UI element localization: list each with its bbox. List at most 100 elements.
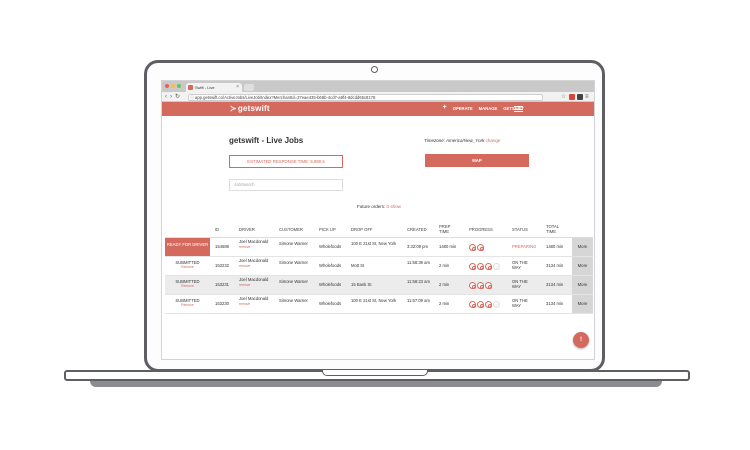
timezone-change-link[interactable]: change bbox=[486, 138, 501, 143]
maximize-window-icon[interactable] bbox=[177, 84, 181, 88]
brand-name: getswift bbox=[237, 104, 270, 113]
extension-opera-icon[interactable] bbox=[569, 94, 575, 100]
screen: Swift - Live × ‹ › ↻ ⓘ app.getswift.co/A… bbox=[161, 80, 595, 360]
progress-step-icon bbox=[477, 263, 484, 270]
window-controls[interactable] bbox=[165, 84, 181, 88]
progress-step-icon bbox=[477, 301, 484, 308]
estimated-response-button[interactable]: ESTIMATED RESPONSE TIME: 5,880.5 bbox=[229, 155, 343, 168]
camera-icon bbox=[371, 66, 378, 73]
driver-name: Joel Macdonald bbox=[239, 258, 269, 263]
total-time: 3134 min bbox=[546, 263, 564, 268]
more-button[interactable]: More bbox=[572, 238, 593, 256]
job-state[interactable]: READY FOR DRIVER bbox=[165, 238, 210, 256]
prep-time: 2 min bbox=[439, 301, 450, 306]
menu-icon[interactable]: ≡ bbox=[585, 94, 591, 100]
page-info-icon[interactable]: ⓘ bbox=[190, 95, 194, 100]
customer-name: Simone Warner bbox=[279, 260, 308, 265]
nav-operate[interactable]: OPERATE bbox=[453, 106, 473, 111]
timezone-label: Timezone: America/New_York bbox=[424, 138, 485, 143]
progress-step-icon bbox=[485, 282, 492, 289]
laptop-base-shadow bbox=[90, 381, 662, 387]
job-remove-link[interactable]: Remove bbox=[165, 284, 210, 289]
address-text: app.getswift.co/ActiveJobs/LiveJob/Index… bbox=[195, 94, 376, 100]
progress-step-icon bbox=[469, 282, 476, 289]
getswift-logo-icon: ≻ bbox=[230, 104, 237, 113]
close-window-icon[interactable] bbox=[165, 84, 169, 88]
minimize-window-icon[interactable] bbox=[171, 84, 175, 88]
pickup: Wholefoods bbox=[319, 263, 342, 268]
more-button[interactable]: More bbox=[572, 257, 593, 275]
close-tab-icon[interactable]: × bbox=[236, 83, 239, 92]
customer-name: Simone Warner bbox=[279, 298, 308, 303]
page-title: getswift - Live Jobs bbox=[229, 136, 304, 145]
new-tab-button[interactable] bbox=[244, 84, 254, 91]
progress-step-icon bbox=[485, 301, 492, 308]
customer-name: Simone Warner bbox=[279, 241, 308, 246]
job-state: SUBMITTED Remove bbox=[165, 257, 210, 275]
col-prep-time: PREP TIME bbox=[439, 224, 451, 234]
total-time: 3134 min bbox=[546, 301, 564, 306]
extensions: ☆ ≡ bbox=[561, 93, 591, 100]
col-dropoff: DROP OFF bbox=[351, 227, 373, 232]
progress-step-icon bbox=[477, 282, 484, 289]
chat-icon[interactable]: ! bbox=[573, 332, 589, 348]
table-row[interactable]: SUBMITTED Remove 153231 Joel Macdonald rem… bbox=[165, 276, 593, 295]
driver-cell: Joel Macdonald remove bbox=[239, 258, 275, 269]
forward-icon[interactable]: › bbox=[170, 93, 172, 101]
pickup: Wholefoods bbox=[319, 244, 342, 249]
progress-indicator bbox=[469, 244, 484, 251]
table-row[interactable]: READY FOR DRIVER 154588 Joel Macdonald re… bbox=[165, 238, 593, 257]
customer-name: Simone Warner bbox=[279, 279, 308, 284]
job-id: 153231 bbox=[215, 282, 229, 287]
progress-step-pending-icon bbox=[493, 263, 500, 270]
job-remove-link[interactable]: Remove bbox=[165, 265, 210, 270]
driver-remove-link[interactable]: remove bbox=[239, 245, 275, 250]
progress-step-icon bbox=[469, 244, 476, 251]
extension-icon[interactable] bbox=[577, 94, 583, 100]
progress-step-icon bbox=[469, 301, 476, 308]
jobs-table: ID DRIVER CUSTOMER PICK UP DROP OFF CREA… bbox=[165, 222, 593, 314]
brand-logo[interactable]: ≻getswift bbox=[230, 104, 270, 113]
favicon-icon bbox=[188, 85, 193, 90]
progress-step-icon bbox=[477, 244, 484, 251]
driver-remove-link[interactable]: remove bbox=[239, 302, 275, 307]
more-button[interactable]: More bbox=[572, 276, 593, 294]
future-orders-show-link[interactable]: show bbox=[390, 204, 401, 209]
browser-tab[interactable]: Swift - Live × bbox=[186, 83, 242, 92]
created: 11:57:09 am bbox=[407, 298, 430, 303]
hamburger-menu-icon[interactable] bbox=[514, 106, 523, 112]
app-navbar: ≻getswift + OPERATE MANAGE GETSHIFT bbox=[162, 102, 594, 116]
address-bar[interactable]: ⓘ app.getswift.co/ActiveJobs/LiveJob/Ind… bbox=[188, 93, 543, 101]
add-icon[interactable]: + bbox=[443, 104, 447, 111]
nav-manage[interactable]: MANAGE bbox=[479, 106, 498, 111]
more-button[interactable]: More bbox=[572, 295, 593, 313]
created: 3:32:09 pm bbox=[407, 244, 428, 249]
browser-tabbar: Swift - Live × bbox=[162, 81, 594, 92]
status: ON THE WAY bbox=[512, 298, 528, 308]
pickup: Wholefoods bbox=[319, 301, 342, 306]
driver-cell: Joel Macdonald remove bbox=[239, 296, 275, 307]
bookmark-star-icon[interactable]: ☆ bbox=[561, 94, 567, 100]
future-orders-label: Future orders: bbox=[357, 204, 386, 209]
driver-remove-link[interactable]: remove bbox=[239, 283, 275, 288]
progress-indicator bbox=[469, 282, 492, 289]
table-row[interactable]: SUBMITTED Remove 153232 Joel Macdonald rem… bbox=[165, 257, 593, 276]
job-state: SUBMITTED Remove bbox=[165, 276, 210, 294]
table-row[interactable]: SUBMITTED Remove 153230 Joel Macdonald rem… bbox=[165, 295, 593, 314]
job-id: 153230 bbox=[215, 301, 229, 306]
reload-icon[interactable]: ↻ bbox=[175, 93, 180, 101]
driver-name: Joel Macdonald bbox=[239, 239, 269, 244]
back-icon[interactable]: ‹ bbox=[165, 93, 167, 101]
progress-indicator bbox=[469, 301, 500, 308]
progress-step-icon bbox=[469, 263, 476, 270]
dropoff: 15 Bank St bbox=[351, 282, 372, 287]
dropoff: Mott St bbox=[351, 263, 365, 268]
col-customer: CUSTOMER bbox=[279, 227, 303, 232]
job-search-input[interactable]: JobSearch bbox=[229, 179, 343, 191]
driver-cell: Joel Macdonald remove bbox=[239, 277, 275, 288]
map-button[interactable]: MAP bbox=[425, 154, 529, 167]
job-remove-link[interactable]: Remove bbox=[165, 303, 210, 308]
driver-name: Joel Macdonald bbox=[239, 296, 269, 301]
driver-remove-link[interactable]: remove bbox=[239, 264, 275, 269]
job-id: 153232 bbox=[215, 263, 229, 268]
